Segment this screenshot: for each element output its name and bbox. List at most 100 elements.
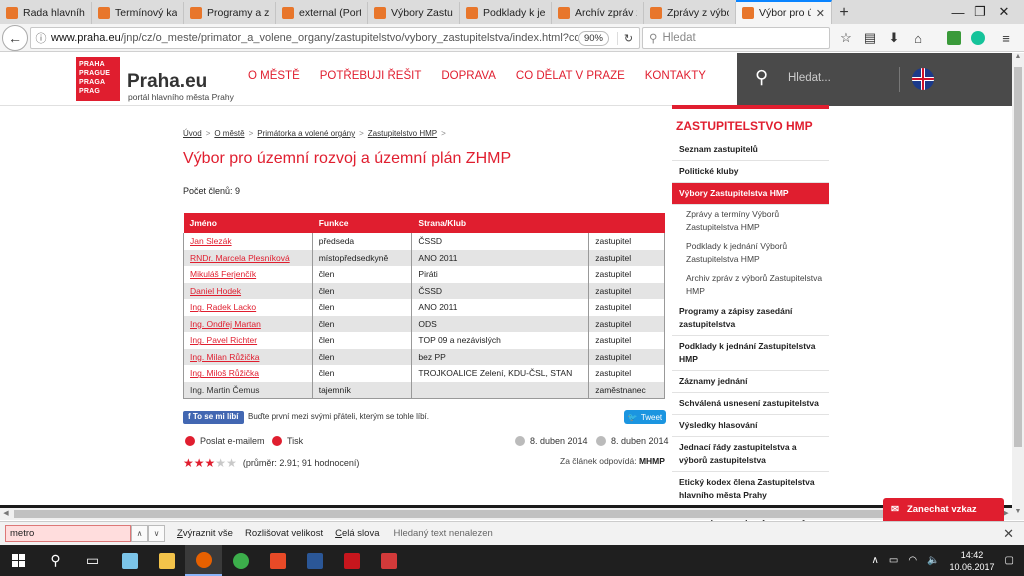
scroll-left-icon[interactable]: ◀ <box>0 508 12 520</box>
breadcrumb-link[interactable]: Zastupitelstvo HMP <box>368 129 437 138</box>
sidebar-item[interactable]: Programy a zápisy zasedání zastupitelstv… <box>672 301 829 336</box>
email-link[interactable]: Poslat e-mailem <box>185 436 265 446</box>
acrobat-icon[interactable] <box>333 545 370 576</box>
member-name-link[interactable]: Daniel Hodek <box>190 286 241 296</box>
search-icon[interactable]: ⚲ <box>755 67 768 88</box>
horizontal-scrollbar[interactable]: ◀ ▶ <box>0 508 1012 520</box>
word-icon[interactable] <box>296 545 333 576</box>
find-input[interactable]: metro <box>5 525 131 542</box>
file-explorer-icon[interactable] <box>148 545 185 576</box>
sidebar-item[interactable]: Jednací řády zastupitelstva a výborů zas… <box>672 437 829 472</box>
wifi-icon[interactable]: ◠ <box>908 555 917 566</box>
download-icon[interactable]: ⬇ <box>882 26 906 50</box>
sidebar-item[interactable]: Výsledky hlasování <box>672 415 829 437</box>
facebook-like-button[interactable]: f To se mi líbí <box>183 411 244 424</box>
sidebar-item[interactable]: Výbory Zastupitelstva HMP <box>672 183 829 205</box>
info-icon[interactable]: ⓘ <box>31 30 51 46</box>
whole-words-option[interactable]: Celá slova <box>335 528 379 539</box>
home-icon[interactable]: ⌂ <box>906 26 930 50</box>
grammarly-icon[interactable] <box>966 26 990 50</box>
app-icon[interactable] <box>259 545 296 576</box>
match-case-option[interactable]: Rozlišovat velikost <box>245 528 323 539</box>
nav-item[interactable]: CO DĚLAT V PRAZE <box>516 70 625 82</box>
browser-tab[interactable]: Výbor pro úz ✕ <box>736 0 832 24</box>
search-icon[interactable]: ⚲ <box>37 545 74 576</box>
member-name-link[interactable]: Ing. Radek Lacko <box>190 302 256 312</box>
nav-item[interactable]: POTŘEBUJI ŘEŠIT <box>320 70 422 82</box>
rating-stars[interactable]: ★★★★★ <box>183 457 237 469</box>
breadcrumb-link[interactable]: Úvod <box>183 129 202 138</box>
network-icon[interactable]: ▭ <box>889 555 898 566</box>
member-name-link[interactable]: Jan Slezák <box>190 236 232 246</box>
paint-icon[interactable] <box>370 545 407 576</box>
browser-search-input[interactable]: ⚲ Hledat <box>642 27 830 49</box>
close-window-button[interactable]: ✕ <box>982 0 1024 24</box>
task-view-icon[interactable]: ▭ <box>74 545 111 576</box>
nav-item[interactable]: O MĚSTĚ <box>248 70 300 82</box>
browser-tab[interactable]: external (Portál l <box>276 2 368 24</box>
nav-item[interactable]: DOPRAVA <box>441 70 496 82</box>
logo-text[interactable]: Praha.eu <box>127 71 207 93</box>
browser-tab[interactable]: Termínový kalen <box>92 2 184 24</box>
sidebar-item[interactable]: Podklady k jednání Výborů Zastupitelstva… <box>672 237 829 269</box>
browser-tab[interactable]: Programy a zápi <box>184 2 276 24</box>
clock[interactable]: 14:42 10.06.2017 <box>950 549 995 573</box>
reading-list-icon[interactable]: ▤ <box>858 26 882 50</box>
browser-tab[interactable]: Výbory Zastupit <box>368 2 460 24</box>
vertical-scrollbar[interactable]: ▲ ▼ <box>1012 53 1024 520</box>
star-icon[interactable]: ★ <box>194 456 205 470</box>
member-name-link[interactable]: RNDr. Marcela Plesníková <box>190 253 290 263</box>
back-button[interactable]: ← <box>2 24 28 51</box>
new-tab-button[interactable]: + <box>832 2 856 24</box>
member-name-link[interactable]: Mikuláš Ferjenčík <box>190 269 256 279</box>
browser-tab[interactable]: Rada hlavního m <box>0 2 92 24</box>
member-name-link[interactable]: Ing. Ondřej Martan <box>190 319 261 329</box>
firefox-icon[interactable] <box>185 545 222 576</box>
sidebar-item[interactable]: Etický kodex člena Zastupitelstva hlavní… <box>672 472 829 507</box>
find-previous-button[interactable]: ∧ <box>131 525 148 542</box>
menu-icon[interactable]: ≡ <box>994 26 1018 50</box>
sidebar-item[interactable]: Zprávy a termíny Výborů Zastupitelstva H… <box>672 205 829 237</box>
close-tab-icon[interactable]: ✕ <box>816 7 825 20</box>
scroll-thumb[interactable] <box>1014 67 1022 447</box>
breadcrumb-link[interactable]: O městě <box>214 129 244 138</box>
sidebar-item[interactable]: Schválená usnesení zastupitelstva <box>672 393 829 415</box>
browser-tab[interactable]: Archív zpráv z vý <box>552 2 644 24</box>
sidebar-item[interactable]: Archiv zpráv z výborů Zastupitelstva HMP <box>672 269 829 301</box>
browser-tab[interactable]: Zprávy z výboru <box>644 2 736 24</box>
bookmark-star-icon[interactable]: ☆ <box>834 26 858 50</box>
chevron-up-icon[interactable]: ∧ <box>872 555 879 566</box>
extension-icon[interactable] <box>942 26 966 50</box>
star-icon[interactable]: ★ <box>205 456 216 470</box>
star-icon[interactable]: ★ <box>215 456 226 470</box>
nav-item[interactable]: KONTAKTY <box>645 70 706 82</box>
praha-logo[interactable]: PRAHA PRAGUE PRAGA PRAG <box>76 57 120 101</box>
sidebar-item[interactable]: Politické kluby <box>672 161 829 183</box>
windows-start-icon[interactable] <box>0 545 37 576</box>
reload-icon[interactable]: ↻ <box>617 31 639 45</box>
breadcrumb-link[interactable]: Primátorka a volené orgány <box>257 129 355 138</box>
sidebar-item[interactable]: Záznamy jednání <box>672 371 829 393</box>
sidebar-item[interactable]: Podklady k jednání Zastupitelstva HMP <box>672 336 829 371</box>
member-name-link[interactable]: Ing. Milan Růžička <box>190 352 259 362</box>
tweet-button[interactable]: 🐦 Tweet <box>624 410 666 424</box>
site-search-input[interactable]: Hledat... <box>788 72 831 84</box>
scroll-thumb-horizontal[interactable] <box>14 510 994 518</box>
leave-message-button[interactable]: ✉ Zanechat vzkaz <box>883 498 1004 521</box>
member-name-link[interactable]: Ing. Miloš Růžička <box>190 368 259 378</box>
close-icon[interactable]: ✕ <box>1003 526 1014 542</box>
uk-flag-icon[interactable] <box>912 68 934 90</box>
scroll-down-icon[interactable]: ▼ <box>1012 508 1024 520</box>
chrome-icon[interactable] <box>222 545 259 576</box>
zoom-indicator[interactable]: 90% <box>577 30 609 46</box>
notepad-icon[interactable] <box>111 545 148 576</box>
notification-icon[interactable]: ▢ <box>1005 555 1014 566</box>
highlight-all-option[interactable]: Zvýraznit vše <box>177 528 233 539</box>
scroll-up-icon[interactable]: ▲ <box>1012 53 1024 65</box>
find-next-button[interactable]: ∨ <box>148 525 165 542</box>
browser-tab[interactable]: Podklady k jedná <box>460 2 552 24</box>
print-link[interactable]: Tisk <box>272 436 303 446</box>
star-icon[interactable]: ★ <box>183 456 194 470</box>
star-icon[interactable]: ★ <box>226 456 237 470</box>
volume-icon[interactable]: 🔈 <box>927 555 939 566</box>
